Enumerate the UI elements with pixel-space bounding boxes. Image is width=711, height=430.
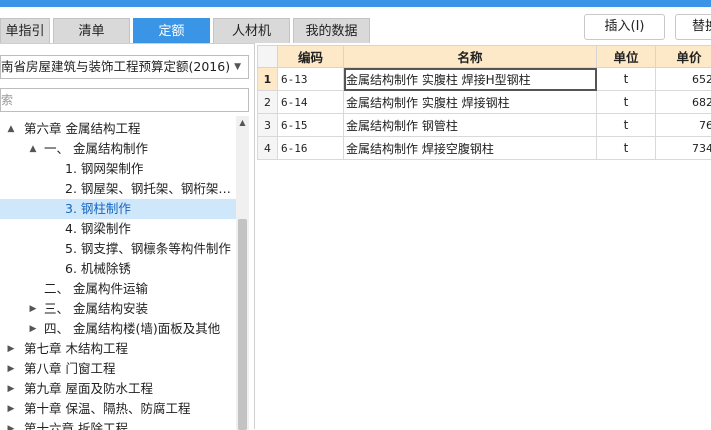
tree-node-label: 4. 钢梁制作 bbox=[65, 219, 131, 239]
cell-name[interactable]: 金属结构制作 实腹柱 焊接H型钢柱 bbox=[344, 68, 597, 91]
expand-icon[interactable]: ▶ bbox=[6, 419, 16, 430]
tree-node-item-2[interactable]: 2. 钢屋架、钢托架、钢桁架… bbox=[0, 179, 236, 199]
table-row[interactable]: 1 6-13 金属结构制作 实腹柱 焊接H型钢柱 t 6525 bbox=[258, 68, 711, 91]
column-header-name[interactable]: 名称 bbox=[344, 46, 597, 68]
column-header-unit[interactable]: 单位 bbox=[597, 46, 656, 68]
expand-icon[interactable]: ▶ bbox=[6, 399, 16, 419]
left-panel: 南省房屋建筑与装饰工程预算定额(2016) ▼ 索 ▲ 第六章 金属结构工程 ▲… bbox=[0, 43, 255, 429]
cell-name[interactable]: 金属结构制作 实腹柱 焊接钢柱 bbox=[344, 91, 597, 114]
expand-icon[interactable]: ▶ bbox=[6, 339, 16, 359]
tree-node-chapter-9[interactable]: ▶ 第九章 屋面及防水工程 bbox=[0, 379, 236, 399]
quota-table-panel: 编码 名称 单位 单价 1 6-13 金属结构制作 实腹柱 焊接H型钢柱 t 6… bbox=[257, 45, 711, 429]
tree-node-chapter-10[interactable]: ▶ 第十章 保温、隔热、防腐工程 bbox=[0, 399, 236, 419]
tab-bill[interactable]: 清单 bbox=[53, 18, 130, 43]
tab-my-data[interactable]: 我的数据 bbox=[293, 18, 370, 43]
tab-bill-guide[interactable]: 单指引 bbox=[0, 18, 50, 43]
tree-node-label: 第十章 保温、隔热、防腐工程 bbox=[24, 399, 190, 419]
cell-price[interactable]: 767 bbox=[656, 114, 711, 137]
tree-node-label: 二、 金属构件运输 bbox=[44, 279, 148, 299]
tree-node-label: 1. 钢网架制作 bbox=[65, 159, 143, 179]
table-row[interactable]: 2 6-14 金属结构制作 实腹柱 焊接钢柱 t 6820 bbox=[258, 91, 711, 114]
tree-scrollbar[interactable]: ▲ bbox=[236, 116, 249, 430]
expand-icon[interactable]: ▶ bbox=[6, 359, 16, 379]
tree-node-label: 第六章 金属结构工程 bbox=[24, 119, 140, 139]
tree-node-label: 第七章 木结构工程 bbox=[24, 339, 128, 359]
collapse-icon[interactable]: ▲ bbox=[6, 119, 16, 139]
expand-icon[interactable]: ▶ bbox=[28, 319, 38, 339]
quota-table: 编码 名称 单位 单价 1 6-13 金属结构制作 实腹柱 焊接H型钢柱 t 6… bbox=[257, 45, 711, 160]
quota-library-select[interactable]: 南省房屋建筑与装饰工程预算定额(2016) ▼ bbox=[0, 55, 249, 79]
collapse-icon[interactable]: ▲ bbox=[28, 139, 38, 159]
tree-node-label: 第九章 屋面及防水工程 bbox=[24, 379, 153, 399]
scroll-up-icon[interactable]: ▲ bbox=[236, 116, 249, 130]
scrollbar-thumb[interactable] bbox=[238, 219, 247, 430]
column-header-code[interactable]: 编码 bbox=[278, 46, 344, 68]
tree-node-label: 三、 金属结构安装 bbox=[44, 299, 148, 319]
tree-node-label: 2. 钢屋架、钢托架、钢桁架… bbox=[65, 179, 231, 199]
tree-node-label: 第十六章 拆除工程 bbox=[24, 419, 128, 430]
tree-node-label: 四、 金属结构楼(墙)面板及其他 bbox=[44, 319, 220, 339]
search-placeholder: 索 bbox=[1, 93, 13, 107]
expand-icon[interactable]: ▶ bbox=[6, 379, 16, 399]
row-number: 2 bbox=[258, 91, 278, 114]
column-header-price[interactable]: 单价 bbox=[656, 46, 711, 68]
tree-node-item-3[interactable]: 3. 钢柱制作 bbox=[0, 199, 236, 219]
tree-node-chapter-6[interactable]: ▲ 第六章 金属结构工程 bbox=[0, 119, 236, 139]
cell-unit[interactable]: t bbox=[597, 91, 656, 114]
search-input[interactable]: 索 bbox=[0, 88, 249, 112]
cell-code[interactable]: 6-13 bbox=[278, 68, 344, 91]
tree-node-section-2[interactable]: 二、 金属构件运输 bbox=[0, 279, 236, 299]
cell-unit[interactable]: t bbox=[597, 137, 656, 160]
tree-node-label: 一、 金属结构制作 bbox=[44, 139, 148, 159]
row-number: 4 bbox=[258, 137, 278, 160]
row-number: 1 bbox=[258, 68, 278, 91]
cell-unit[interactable]: t bbox=[597, 68, 656, 91]
tree-node-item-1[interactable]: 1. 钢网架制作 bbox=[0, 159, 236, 179]
replace-button[interactable]: 替换 bbox=[675, 14, 711, 40]
table-row[interactable]: 3 6-15 金属结构制作 钢管柱 t 767 bbox=[258, 114, 711, 137]
tree-node-item-6[interactable]: 6. 机械除锈 bbox=[0, 259, 236, 279]
cell-price[interactable]: 7344 bbox=[656, 137, 711, 160]
tree-node-label: 5. 钢支撑、钢檩条等构件制作 bbox=[65, 239, 231, 259]
tab-labor-materials[interactable]: 人材机 bbox=[213, 18, 290, 43]
tree-node-chapter-7[interactable]: ▶ 第七章 木结构工程 bbox=[0, 339, 236, 359]
cell-code[interactable]: 6-16 bbox=[278, 137, 344, 160]
tree-node-label: 3. 钢柱制作 bbox=[65, 199, 131, 219]
tree-node-section-1[interactable]: ▲ 一、 金属结构制作 bbox=[0, 139, 236, 159]
top-accent-bar bbox=[0, 0, 711, 7]
cell-price[interactable]: 6525 bbox=[656, 68, 711, 91]
tree-node-chapter-16[interactable]: ▶ 第十六章 拆除工程 bbox=[0, 419, 236, 430]
column-header-rownum bbox=[258, 46, 278, 68]
insert-button[interactable]: 插入(I) bbox=[584, 14, 665, 40]
tree-node-chapter-8[interactable]: ▶ 第八章 门窗工程 bbox=[0, 359, 236, 379]
cell-unit[interactable]: t bbox=[597, 114, 656, 137]
expand-icon[interactable]: ▶ bbox=[28, 299, 38, 319]
table-row[interactable]: 4 6-16 金属结构制作 焊接空腹钢柱 t 7344 bbox=[258, 137, 711, 160]
cell-code[interactable]: 6-15 bbox=[278, 114, 344, 137]
chevron-down-icon[interactable]: ▼ bbox=[234, 56, 241, 78]
tree-node-label: 第八章 门窗工程 bbox=[24, 359, 115, 379]
tree-node-item-4[interactable]: 4. 钢梁制作 bbox=[0, 219, 236, 239]
row-number: 3 bbox=[258, 114, 278, 137]
tab-quota[interactable]: 定额 bbox=[133, 18, 210, 43]
chapter-tree: ▲ 第六章 金属结构工程 ▲ 一、 金属结构制作 1. 钢网架制作 2. 钢屋架… bbox=[0, 116, 236, 430]
tree-node-section-3[interactable]: ▶ 三、 金属结构安装 bbox=[0, 299, 236, 319]
cell-name[interactable]: 金属结构制作 钢管柱 bbox=[344, 114, 597, 137]
quota-library-value: 南省房屋建筑与装饰工程预算定额(2016) bbox=[1, 59, 230, 74]
cell-price[interactable]: 6820 bbox=[656, 91, 711, 114]
cell-name[interactable]: 金属结构制作 焊接空腹钢柱 bbox=[344, 137, 597, 160]
tree-node-label: 6. 机械除锈 bbox=[65, 259, 131, 279]
table-header-row: 编码 名称 单位 单价 bbox=[258, 46, 711, 68]
cell-code[interactable]: 6-14 bbox=[278, 91, 344, 114]
tree-node-section-4[interactable]: ▶ 四、 金属结构楼(墙)面板及其他 bbox=[0, 319, 236, 339]
tree-node-item-5[interactable]: 5. 钢支撑、钢檩条等构件制作 bbox=[0, 239, 236, 259]
